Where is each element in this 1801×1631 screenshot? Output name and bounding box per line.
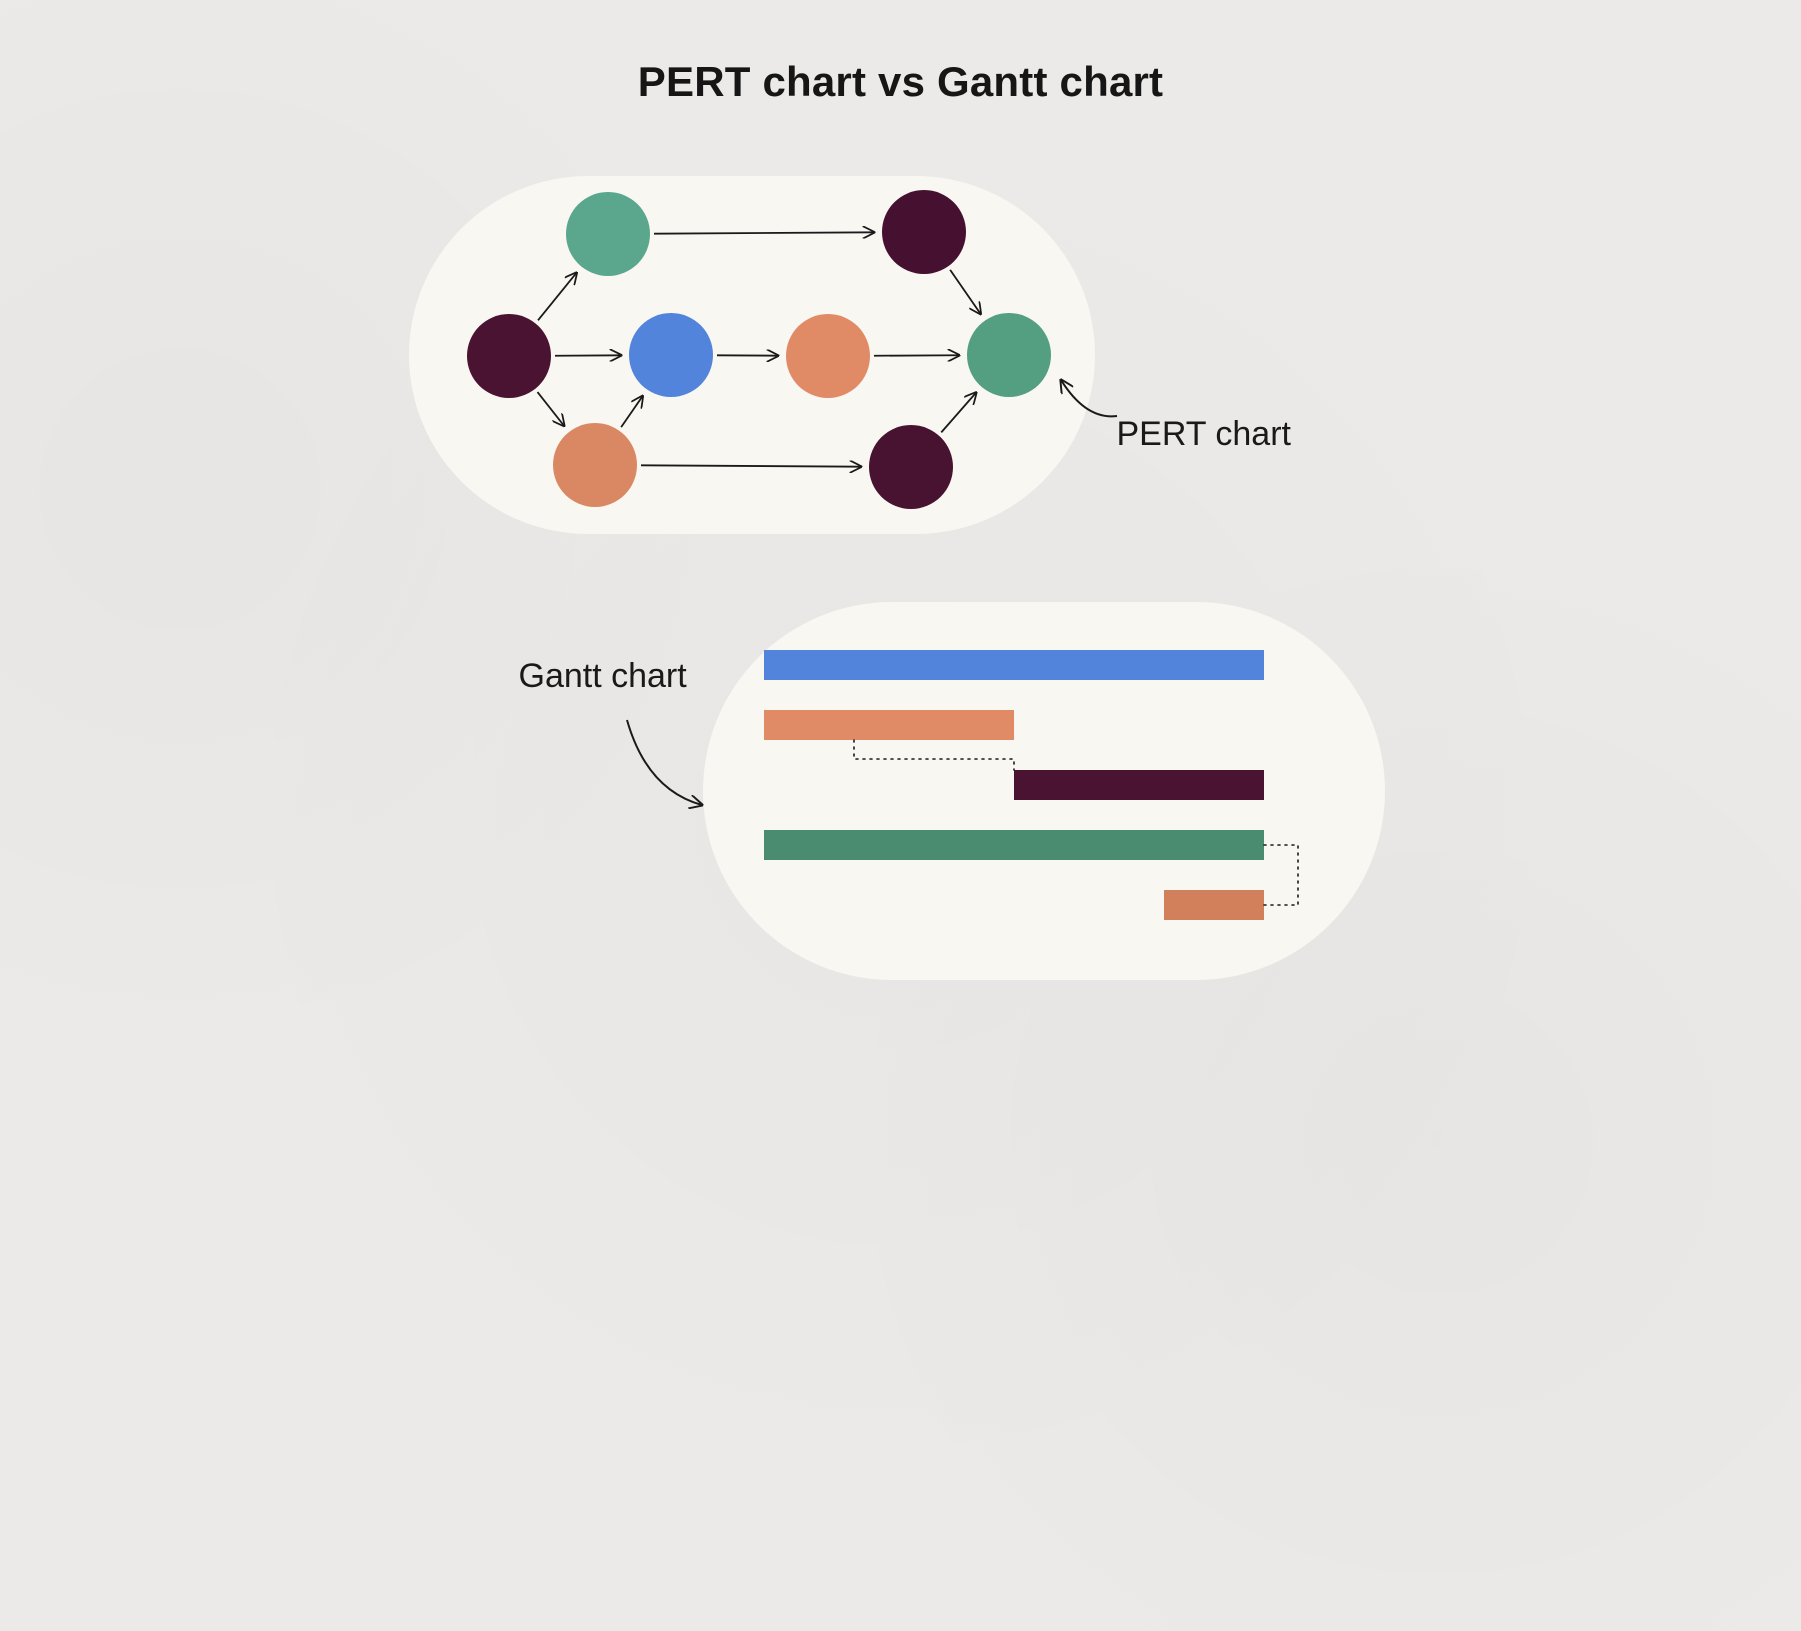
gantt-panel [703,602,1385,980]
gantt-label: Gantt chart [519,657,687,696]
pert-panel [409,176,1095,534]
page-title: PERT chart vs Gantt chart [327,58,1475,106]
pert-label: PERT chart [1117,415,1291,454]
diagram-canvas: PERT chart vs Gantt chart PERT chart Gan… [327,0,1475,1040]
gantt-label-arrow [627,720,702,805]
